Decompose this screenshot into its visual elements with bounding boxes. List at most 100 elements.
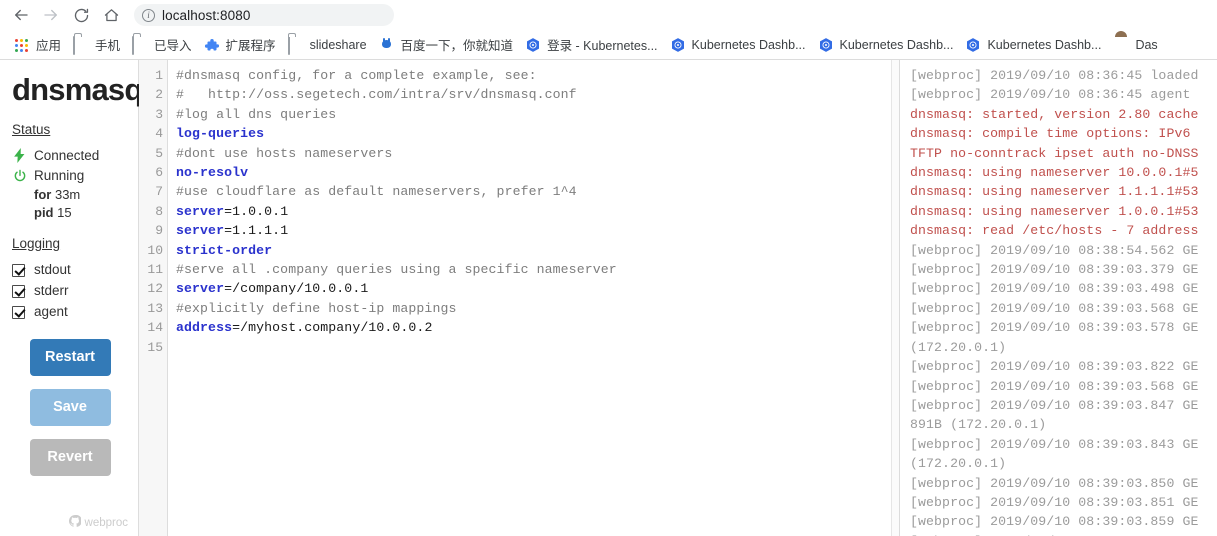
code-comment: #dnsmasq config, for a complete example,…	[176, 68, 537, 83]
log-line: [webproc] 2019/09/10 08:39:03.578 GE	[910, 320, 1199, 336]
bookmark-folder-slideshare[interactable]: slideshare	[282, 33, 373, 57]
bookmark-kubernetes-dashboard-2[interactable]: Kubernetes Dashb...	[812, 33, 960, 57]
save-button[interactable]: Save	[29, 389, 111, 426]
github-icon	[68, 514, 85, 530]
bookmark-extensions[interactable]: 扩展程序	[198, 33, 282, 57]
line-number: 8	[155, 203, 163, 219]
code-keyword: address	[176, 320, 233, 336]
code-line: server=/company/10.0.0.1	[176, 279, 899, 298]
status-uptime-value: 33m	[54, 187, 81, 202]
code-value: =1.0.0.1	[224, 203, 289, 219]
line-number: 12	[147, 281, 163, 297]
line-number: 5	[155, 145, 163, 161]
checkbox-stdout[interactable]	[12, 263, 25, 277]
line-number: 3	[155, 106, 163, 122]
bookmark-folder-phone[interactable]: 手机	[67, 33, 126, 57]
log-toggle-label: stdout	[34, 262, 71, 277]
bookmark-label: slideshare	[309, 37, 367, 52]
browser-navigation-bar: i localhost:8080	[0, 0, 1217, 30]
code-line: #use cloudflare as default nameservers, …	[176, 182, 899, 201]
editor-scrollbar[interactable]	[891, 60, 899, 536]
line-number: 13	[147, 300, 163, 316]
bookmark-apps[interactable]: 应用	[8, 33, 67, 57]
checkbox-agent[interactable]	[12, 305, 25, 319]
status-pid: pid 15	[34, 204, 128, 222]
bookmark-label: 手机	[95, 39, 121, 53]
bookmark-kubernetes-dashboard-3[interactable]: Kubernetes Dashb...	[959, 33, 1107, 57]
reload-icon[interactable]	[66, 0, 96, 30]
code-comment: # http://oss.segetech.com/intra/srv/dnsm…	[176, 87, 577, 103]
line-number: 14	[147, 320, 163, 336]
code-comment: #dont use hosts nameservers	[176, 145, 393, 161]
log-toggle-agent[interactable]: agent	[12, 302, 128, 322]
kubernetes-icon	[818, 37, 834, 53]
log-line: [webproc] 2019/09/10 08:36:45 loaded	[910, 68, 1199, 83]
log-line: [webproc] 2019/09/10 08:39:03.859 GE	[910, 532, 1217, 536]
code-line: #explicitly define host-ip mappings	[176, 299, 899, 318]
folder-icon	[73, 35, 89, 55]
bookmark-das[interactable]: Das	[1107, 33, 1163, 57]
code-comment: #log all dns queries	[176, 106, 337, 122]
line-number: 11	[147, 262, 163, 278]
code-line: no-resolv	[176, 163, 899, 182]
code-line: #dnsmasq config, for a complete example,…	[176, 66, 899, 85]
log-line: dnsmasq: read /etc/hosts - 7 address	[910, 223, 1199, 239]
code-line: strict-order	[176, 241, 899, 260]
code-keyword: server	[176, 223, 225, 239]
line-number: 9	[155, 223, 163, 239]
line-number: 7	[155, 184, 163, 200]
bookmark-kubernetes-dashboard-1[interactable]: Kubernetes Dashb...	[664, 33, 812, 57]
code-comment: #explicitly define host-ip mappings	[176, 300, 457, 316]
status-pid-label: pid	[34, 205, 54, 220]
editor-code-area[interactable]: #dnsmasq config, for a complete example,…	[168, 60, 899, 536]
bookmark-label: Kubernetes Dashb...	[691, 37, 806, 52]
log-output-pane[interactable]: [webproc] 2019/09/10 08:36:45 loaded [we…	[900, 60, 1217, 536]
checkbox-stderr[interactable]	[12, 284, 25, 298]
code-line: #serve all .company queries using a spec…	[176, 260, 899, 279]
bookmark-folder-imported[interactable]: 已导入	[126, 33, 198, 57]
address-bar[interactable]: i localhost:8080	[134, 4, 394, 26]
config-editor[interactable]: 1 2 3 4 5 6 7 8 9 10 11 12 13 14 15 #dns…	[139, 60, 900, 536]
baidu-icon	[379, 37, 395, 53]
revert-button[interactable]: Revert	[29, 439, 111, 476]
log-line: (172.20.0.1)	[910, 456, 1007, 472]
bookmark-baidu[interactable]: 百度一下，你就知道	[373, 33, 520, 57]
log-line: [webproc] 2019/09/10 08:36:45 agent	[910, 87, 1191, 103]
log-line: dnsmasq: using nameserver 1.0.0.1#53	[910, 203, 1199, 219]
log-line: [webproc] 2019/09/10 08:38:54.562 GE	[910, 242, 1199, 258]
log-line: dnsmasq: using nameserver 10.0.0.1#5	[910, 165, 1199, 181]
line-number: 2	[155, 87, 163, 103]
code-keyword: log-queries	[176, 126, 265, 142]
log-line: [webproc] 2019/09/10 08:39:03.851 GE	[910, 494, 1199, 510]
webproc-brand-label: webproc	[84, 516, 128, 529]
code-line: address=/myhost.company/10.0.0.2	[176, 318, 899, 337]
log-line: [webproc] 2019/09/10 08:39:03.859 GE	[910, 514, 1199, 530]
kubernetes-icon	[525, 37, 541, 53]
log-line: [webproc] 2019/09/10 08:39:03.498 GE	[910, 281, 1199, 297]
power-icon	[12, 169, 27, 183]
forward-arrow-icon[interactable]	[36, 0, 66, 30]
home-icon[interactable]	[96, 0, 126, 30]
restart-button[interactable]: Restart	[29, 339, 111, 376]
line-number: 6	[155, 165, 163, 181]
info-circle-icon[interactable]: i	[142, 8, 155, 22]
log-line: (172.20.0.1)	[910, 339, 1007, 355]
log-line: [webproc] 2019/09/10 08:39:03.568 GE	[910, 378, 1199, 394]
status-connection-label: Connected	[34, 148, 100, 163]
webproc-app: dnsmasq Status Connected Running for 33m…	[0, 60, 1217, 536]
code-keyword: server	[176, 203, 225, 219]
code-keyword: no-resolv	[176, 165, 249, 181]
back-arrow-icon[interactable]	[6, 0, 36, 30]
log-line: dnsmasq: started, version 2.80 cache	[910, 106, 1199, 122]
code-comment: #use cloudflare as default nameservers, …	[176, 184, 577, 200]
bookmark-kubernetes-login[interactable]: 登录 - Kubernetes...	[519, 33, 663, 57]
folder-icon	[287, 35, 304, 55]
code-line: #log all dns queries	[176, 105, 899, 124]
log-toggle-stderr[interactable]: stderr	[12, 281, 128, 301]
bookmark-label: Kubernetes Dashb...	[839, 37, 954, 52]
log-toggle-stdout[interactable]: stdout	[12, 260, 128, 280]
bookmark-label: 应用	[36, 39, 62, 53]
address-bar-url: localhost:8080	[162, 7, 251, 23]
webproc-brand[interactable]: webproc	[68, 514, 128, 530]
code-value: =/myhost.company/10.0.0.2	[232, 320, 433, 336]
